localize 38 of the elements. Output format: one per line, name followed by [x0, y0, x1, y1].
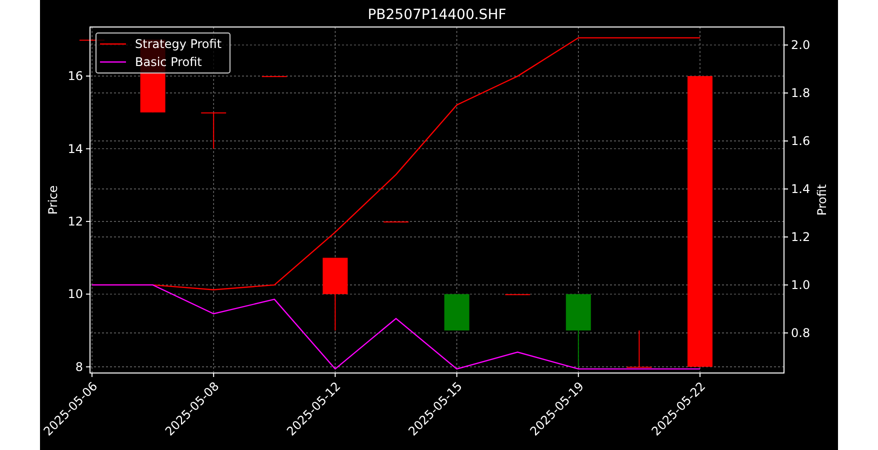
y-tick-label: 1.0: [791, 278, 810, 292]
candlestick: [505, 294, 530, 296]
candlestick: [201, 112, 226, 150]
tick-mark: [784, 332, 788, 334]
tick-mark: [784, 92, 788, 94]
tick-mark: [334, 372, 336, 378]
y-tick-label: 1.2: [791, 230, 810, 244]
y-tick-label: 2.0: [791, 38, 810, 52]
tick-mark: [578, 372, 579, 378]
y-tick-label: 1.4: [791, 182, 810, 196]
tick-mark: [784, 188, 788, 190]
axis-title: Profit: [815, 184, 829, 216]
tick-mark: [86, 148, 90, 150]
legend-label: Strategy Profit: [135, 37, 222, 51]
chart-title: PB2507P14400.SHF: [368, 7, 506, 23]
y-tick-label: 10: [68, 287, 83, 302]
tick-mark: [86, 294, 90, 295]
tick-mark: [784, 44, 788, 46]
tick-mark: [784, 236, 788, 238]
tick-mark: [784, 140, 788, 142]
candlestick: [262, 76, 287, 78]
y-tick-label: 1.6: [791, 134, 810, 148]
y-tick-label: 14: [68, 142, 83, 156]
tick-mark: [86, 76, 90, 77]
tick-mark: [213, 372, 214, 378]
y-tick-label: 0.8: [791, 326, 810, 340]
axis-title: Price: [46, 185, 60, 215]
tick-mark: [86, 220, 90, 222]
y-tick-label: 1.8: [791, 86, 810, 100]
candlestick: [444, 294, 470, 331]
candlestick: [384, 220, 408, 222]
y-tick-label: 8: [75, 360, 83, 374]
y-tick-label: 16: [68, 69, 83, 84]
legend-label: Basic Profit: [135, 55, 202, 69]
tick-mark: [784, 284, 788, 286]
tick-mark: [456, 372, 458, 378]
y-tick-label: 12: [68, 214, 83, 228]
candlestick: [626, 330, 652, 368]
